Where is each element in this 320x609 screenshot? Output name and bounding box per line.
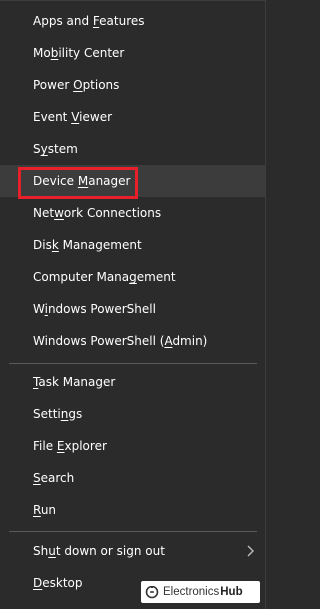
item-label-post: xplorer [64,439,107,453]
item-label-pre: Computer Mana [33,270,130,284]
item-label-post: ask Manager [38,375,116,389]
item-label-pre: Dis [33,238,52,252]
item-label-pre: Apps and [33,14,93,28]
item-label-post: ement [136,270,176,284]
item-label-pre: Setti [33,407,61,421]
item-label-accel: E [56,439,65,453]
item-label-post: gs [68,407,83,421]
menu-item-network-connections[interactable]: Network Connections [0,197,266,229]
menu-item-search[interactable]: Search [0,462,266,494]
item-label-pre: W [33,302,45,316]
item-label-accel: M [77,174,89,188]
electronicshub-logo-icon [145,585,159,599]
item-label-pre: Power [33,78,74,92]
menu-item-disk-management[interactable]: Disk Management [0,229,266,261]
menu-item-system[interactable]: System [0,133,266,165]
menu-item-windows-powershell[interactable]: Windows PowerShell [0,293,266,325]
watermark-text-electronics: Electronics [163,586,220,598]
item-label-pre: File [33,439,57,453]
menu-item-power-options[interactable]: Power Options [0,69,266,101]
item-label-post: ork Connections [63,206,162,220]
item-label-post: esktop [42,576,83,590]
menu-item-file-explorer[interactable]: File Explorer [0,430,266,462]
item-label-pre: S [33,142,41,156]
menu-item-device-manager[interactable]: Device Manager [0,165,266,197]
item-label-accel: S [33,471,41,485]
winx-quick-link-menu: Apps and Features Mobility Center Power … [0,0,266,609]
menu-item-run[interactable]: Run [0,494,266,526]
menu-item-settings[interactable]: Settings [0,398,266,430]
item-label-post: stem [47,142,78,156]
item-label-accel: O [73,78,83,92]
item-label-pre: Net [33,206,55,220]
item-label-accel: D [33,576,43,590]
item-label-post: earch [40,471,75,485]
menu-item-event-viewer[interactable]: Event Viewer [0,101,266,133]
item-label-pre: Device [33,174,78,188]
item-label-pre: Event [33,110,72,124]
electronicshub-watermark: Electronics Hub [141,581,260,603]
item-label-accel: u [48,544,56,558]
chevron-right-icon [244,535,256,567]
menu-item-task-manager[interactable]: Task Manager [0,366,266,398]
item-label-accel: g [129,270,137,284]
item-label-post: ptions [82,78,120,92]
item-label-pre: Mo [33,46,51,60]
item-label-pre: Windows PowerShell ( [33,334,165,348]
menu-item-mobility-center[interactable]: Mobility Center [0,37,266,69]
item-label-accel: k [51,238,59,252]
item-label-post: ndows PowerShell [47,302,156,316]
item-label-post: anager [88,174,131,188]
item-label-post: eatures [99,14,145,28]
menu-divider [9,531,257,532]
item-label-post: Management [58,238,142,252]
item-label-post: un [40,503,57,517]
item-label-accel: R [33,503,41,517]
menu-divider [9,363,257,364]
item-label-accel: V [71,110,80,124]
watermark-text-hub: Hub [220,586,243,598]
item-label-accel: w [54,206,64,220]
item-label-post: iewer [79,110,113,124]
menu-item-windows-powershell-admin[interactable]: Windows PowerShell (Admin) [0,325,266,357]
item-label-pre: Sh [33,544,49,558]
item-label-post: dmin) [172,334,208,348]
menu-item-computer-management[interactable]: Computer Management [0,261,266,293]
item-label-accel: y [40,142,48,156]
menu-item-apps-and-features[interactable]: Apps and Features [0,5,266,37]
menu-item-shut-down-or-sign-out[interactable]: Shut down or sign out [0,535,266,567]
item-label-post: ility Center [58,46,125,60]
item-label-post: t down or sign out [55,544,165,558]
